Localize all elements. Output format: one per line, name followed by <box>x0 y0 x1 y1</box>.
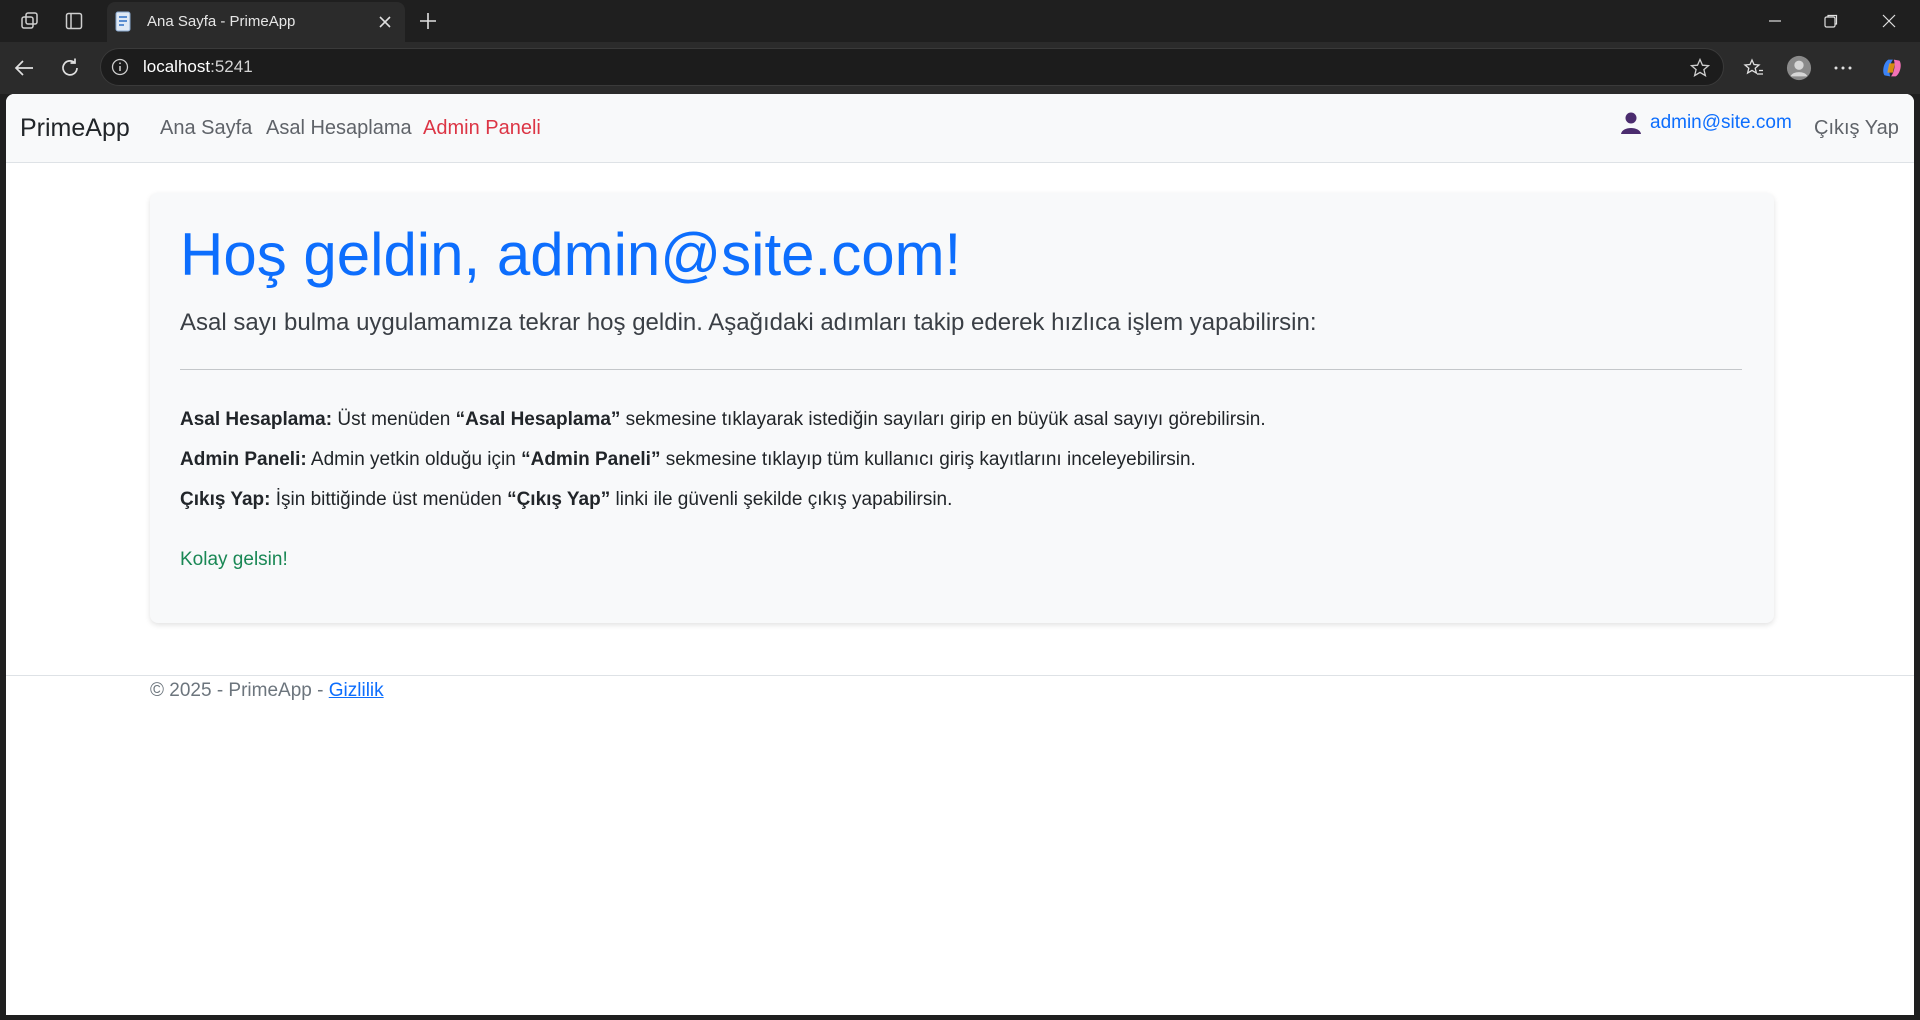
browser-toolbar: localhost:5241 <box>0 42 1920 94</box>
tab-actions-icon[interactable] <box>62 9 86 33</box>
site-navbar: PrimeApp Ana Sayfa Asal Hesaplama Admin … <box>6 94 1914 163</box>
browser-tab-bar: Ana Sayfa - PrimeApp <box>0 0 1920 42</box>
back-icon[interactable] <box>11 55 37 81</box>
step-text: linki ile güvenli şekilde çıkış yapabili… <box>610 489 953 510</box>
navbar-brand[interactable]: PrimeApp <box>20 94 130 163</box>
close-window-icon[interactable] <box>1861 0 1917 42</box>
copilot-icon[interactable] <box>1879 55 1905 81</box>
closing-message: Kolay gelsin! <box>180 549 288 570</box>
step-asal-hesaplama: Asal Hesaplama: Üst menüden “Asal Hesapl… <box>180 409 1266 431</box>
step-text: İşin bittiğinde üst menüden <box>270 489 508 510</box>
logout-link[interactable]: Çıkış Yap <box>1814 94 1899 163</box>
site-footer: © 2025 - PrimeApp - Gizlilik <box>150 680 384 702</box>
tab-title: Ana Sayfa - PrimeApp <box>147 13 296 30</box>
welcome-card: Hoş geldin, admin@site.com! Asal sayı bu… <box>150 193 1774 623</box>
welcome-lead: Asal sayı bulma uygulamamıza tekrar hoş … <box>180 309 1317 336</box>
footer-divider <box>6 675 1914 676</box>
url-text[interactable]: localhost:5241 <box>143 49 253 85</box>
privacy-link[interactable]: Gizlilik <box>329 680 384 701</box>
step-label: Asal Hesaplama: <box>180 409 333 430</box>
nav-link-admin-paneli[interactable]: Admin Paneli <box>423 94 541 163</box>
page-viewport: PrimeApp Ana Sayfa Asal Hesaplama Admin … <box>6 94 1914 1015</box>
step-text: Admin yetkin olduğu için <box>306 449 522 470</box>
nav-link-ana-sayfa[interactable]: Ana Sayfa <box>160 94 252 163</box>
restore-icon[interactable] <box>1803 0 1859 42</box>
step-admin-paneli: Admin Paneli: Admin yetkin olduğu için “… <box>180 449 1196 471</box>
minimize-icon[interactable] <box>1747 0 1803 42</box>
new-tab-icon[interactable] <box>415 8 441 34</box>
site-info-icon[interactable] <box>111 58 129 76</box>
step-emphasis: “Çıkış Yap” <box>507 489 611 510</box>
browser-tab-active[interactable]: Ana Sayfa - PrimeApp <box>107 2 405 42</box>
address-bar[interactable]: localhost:5241 <box>100 48 1724 86</box>
url-host: localhost <box>143 57 211 76</box>
refresh-icon[interactable] <box>57 55 83 81</box>
user-info[interactable]: admin@site.com <box>1620 108 1792 138</box>
url-port: :5241 <box>210 57 253 76</box>
user-email[interactable]: admin@site.com <box>1650 112 1792 134</box>
step-label: Çıkış Yap: <box>180 489 271 510</box>
step-text: sekmesine tıklayarak istediğin sayıları … <box>620 409 1266 430</box>
page-favicon-icon <box>114 11 134 33</box>
workspaces-icon[interactable] <box>18 9 42 33</box>
profile-avatar-icon[interactable] <box>1786 55 1812 81</box>
close-tab-icon[interactable] <box>377 14 393 30</box>
user-icon <box>1621 112 1641 134</box>
footer-copyright: © 2025 - PrimeApp - <box>150 680 329 701</box>
step-text: Üst menüden <box>332 409 456 430</box>
step-label: Admin Paneli: <box>180 449 307 470</box>
more-menu-icon[interactable] <box>1830 55 1856 81</box>
step-emphasis: “Admin Paneli” <box>521 449 661 470</box>
favorites-icon[interactable] <box>1741 55 1767 81</box>
step-cikis-yap: Çıkış Yap: İşin bittiğinde üst menüden “… <box>180 489 952 511</box>
welcome-heading: Hoş geldin, admin@site.com! <box>180 221 962 288</box>
nav-link-asal-hesaplama[interactable]: Asal Hesaplama <box>266 94 412 163</box>
divider <box>180 369 1742 370</box>
step-emphasis: “Asal Hesaplama” <box>455 409 621 430</box>
step-text: sekmesine tıklayıp tüm kullanıcı giriş k… <box>660 449 1196 470</box>
favorite-star-icon[interactable] <box>1689 57 1711 79</box>
